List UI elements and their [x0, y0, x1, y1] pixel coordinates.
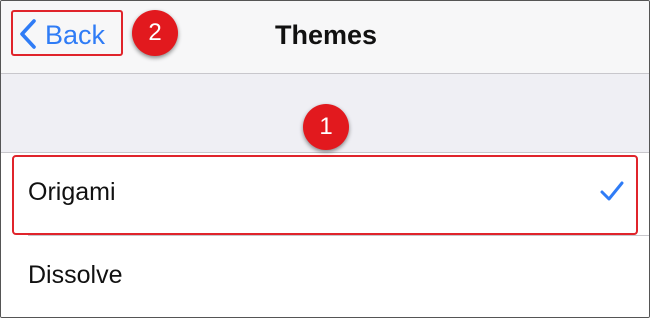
theme-list: Origami Dissolve — [1, 153, 649, 317]
back-button[interactable]: Back — [11, 10, 123, 56]
annotation-badge-2: 2 — [132, 10, 178, 56]
annotation-badge-1: 1 — [303, 104, 349, 150]
back-button-label: Back — [45, 20, 106, 50]
navigation-bar: Back Themes — [1, 1, 649, 74]
chevron-left-icon — [20, 19, 36, 49]
theme-option-label: Origami — [28, 178, 116, 206]
theme-option-label: Dissolve — [28, 261, 123, 289]
checkmark-icon — [600, 181, 624, 201]
app-frame: Back Themes Origami Dissolve 2 1 — [0, 0, 650, 318]
page-title: Themes — [274, 20, 378, 50]
theme-option-dissolve[interactable]: Dissolve — [1, 236, 649, 317]
theme-option-origami[interactable]: Origami — [1, 153, 649, 236]
